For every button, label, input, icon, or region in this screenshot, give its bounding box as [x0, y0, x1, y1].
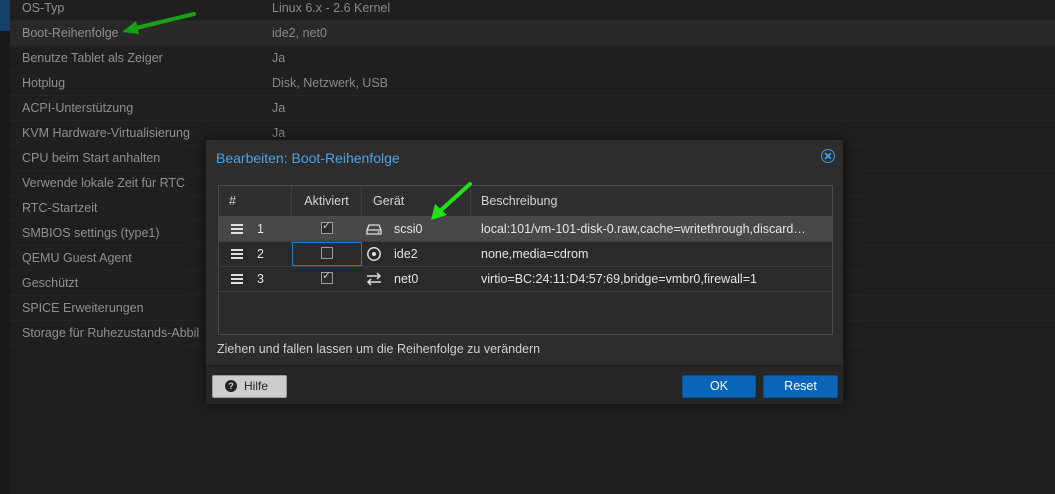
network-icon [366, 272, 382, 286]
drag-handle-icon[interactable] [231, 274, 243, 284]
boot-order-grid: # Aktiviert Gerät Beschreibung 1 scsi0 l… [218, 185, 833, 335]
drag-handle-icon[interactable] [231, 249, 243, 259]
dialog-header: Bearbeiten: Boot-Reihenfolge [206, 140, 843, 176]
device-description: none,media=cdrom [481, 247, 589, 261]
help-button[interactable]: ? Hilfe [212, 375, 287, 398]
device-name: net0 [394, 272, 419, 286]
grid-header: # Aktiviert Gerät Beschreibung [219, 186, 832, 217]
column-header-number[interactable]: # [219, 186, 292, 216]
enabled-checkbox[interactable] [321, 269, 333, 284]
table-row[interactable]: 3 net0 virtio=BC:24:11:D4:57:69,bridge=v… [219, 267, 832, 292]
enabled-checkbox[interactable] [321, 247, 333, 259]
device-name: ide2 [394, 247, 418, 261]
device-description: virtio=BC:24:11:D4:57:69,bridge=vmbr0,fi… [481, 272, 757, 286]
table-row[interactable]: 2 ide2 none,media=cdrom [219, 242, 832, 267]
ok-button[interactable]: OK [682, 375, 756, 398]
column-header-description[interactable]: Beschreibung [471, 186, 832, 216]
enabled-checkbox[interactable] [321, 219, 333, 234]
row-number: 2 [257, 247, 264, 261]
cdrom-icon [367, 247, 381, 261]
boot-order-dialog: Bearbeiten: Boot-Reihenfolge # Aktiviert… [205, 139, 844, 404]
dialog-footer: ? Hilfe OK Reset [206, 365, 843, 404]
column-header-device[interactable]: Gerät [362, 186, 471, 216]
reset-button[interactable]: Reset [763, 375, 838, 398]
device-description: local:101/vm-101-disk-0.raw,cache=writet… [481, 222, 806, 236]
row-number: 1 [257, 222, 264, 236]
hdd-icon [366, 224, 382, 235]
dialog-title: Bearbeiten: Boot-Reihenfolge [216, 150, 400, 166]
row-number: 3 [257, 272, 264, 286]
question-icon: ? [225, 380, 237, 392]
drag-handle-icon[interactable] [231, 224, 243, 234]
device-name: scsi0 [394, 222, 423, 236]
table-row[interactable]: 1 scsi0 local:101/vm-101-disk-0.raw,cach… [219, 217, 832, 242]
help-label: Hilfe [244, 379, 269, 393]
close-icon[interactable] [821, 149, 835, 163]
column-header-enabled[interactable]: Aktiviert [292, 186, 362, 216]
drag-drop-hint: Ziehen und fallen lassen um die Reihenfo… [217, 342, 541, 356]
